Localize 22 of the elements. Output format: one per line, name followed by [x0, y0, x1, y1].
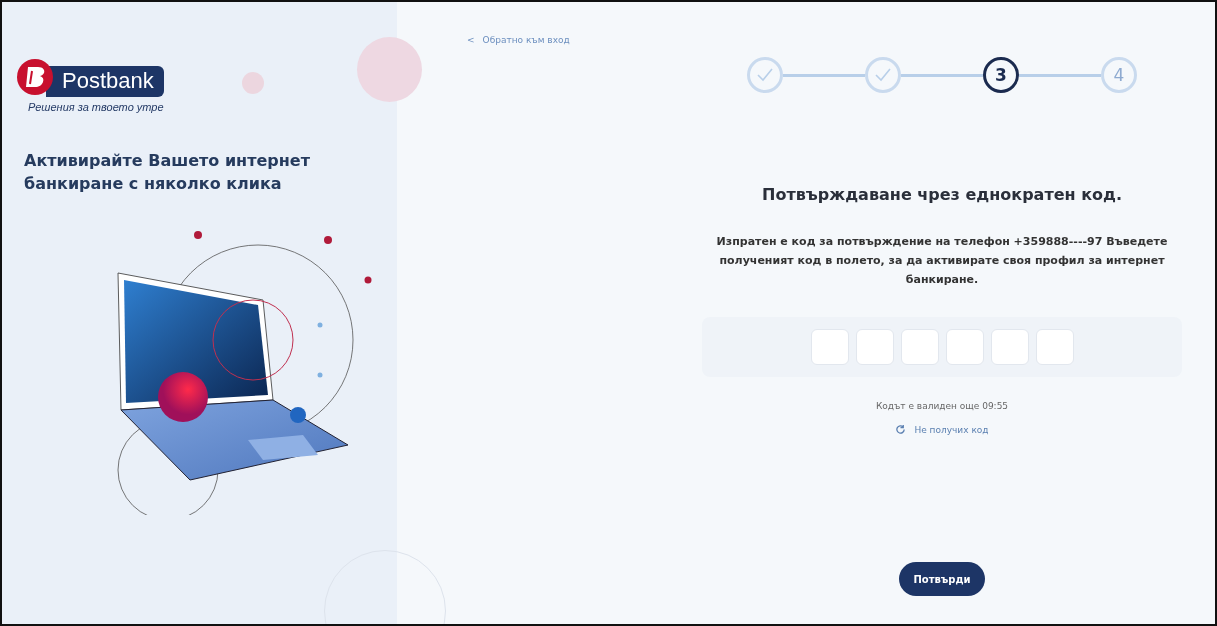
- instruction-text: Изпратен е код за потвърждение на телефон +359888----97 Въведете полученият код в полето, за да активирате своя профил за интернет банкиране.: [715, 234, 1169, 288]
- promo-headline: Активирайте Вашето интернет банкиране с няколко клика: [24, 150, 311, 195]
- code-digit-field[interactable]: [900, 329, 939, 365]
- brand-tagline: Решения за твоето утре: [28, 101, 165, 113]
- decor-circle: [242, 72, 264, 94]
- code-digit-field[interactable]: [1035, 329, 1074, 365]
- code-digit-field[interactable]: [855, 329, 894, 365]
- back-link[interactable]: < Обратно към вход: [467, 35, 570, 45]
- check-icon: [875, 68, 891, 82]
- code-digit-field[interactable]: [945, 329, 984, 365]
- logo-icon: [16, 57, 54, 96]
- brand-name: Postbank: [46, 66, 164, 97]
- refresh-icon: [895, 424, 907, 435]
- timer-text: Кодът е валиден още 09:55: [875, 401, 1009, 411]
- page-title: Потвърждаване чрез еднократен код.: [762, 185, 1122, 204]
- check-icon: [757, 68, 773, 82]
- step-indicator: 3: [983, 57, 1019, 93]
- resend-code-link[interactable]: Не получих код: [895, 424, 989, 435]
- code-digit-field[interactable]: [990, 329, 1029, 365]
- confirm-button[interactable]: Потвърди: [899, 562, 985, 596]
- step-indicator: 4: [1101, 57, 1137, 93]
- code-digit-field[interactable]: [810, 329, 849, 365]
